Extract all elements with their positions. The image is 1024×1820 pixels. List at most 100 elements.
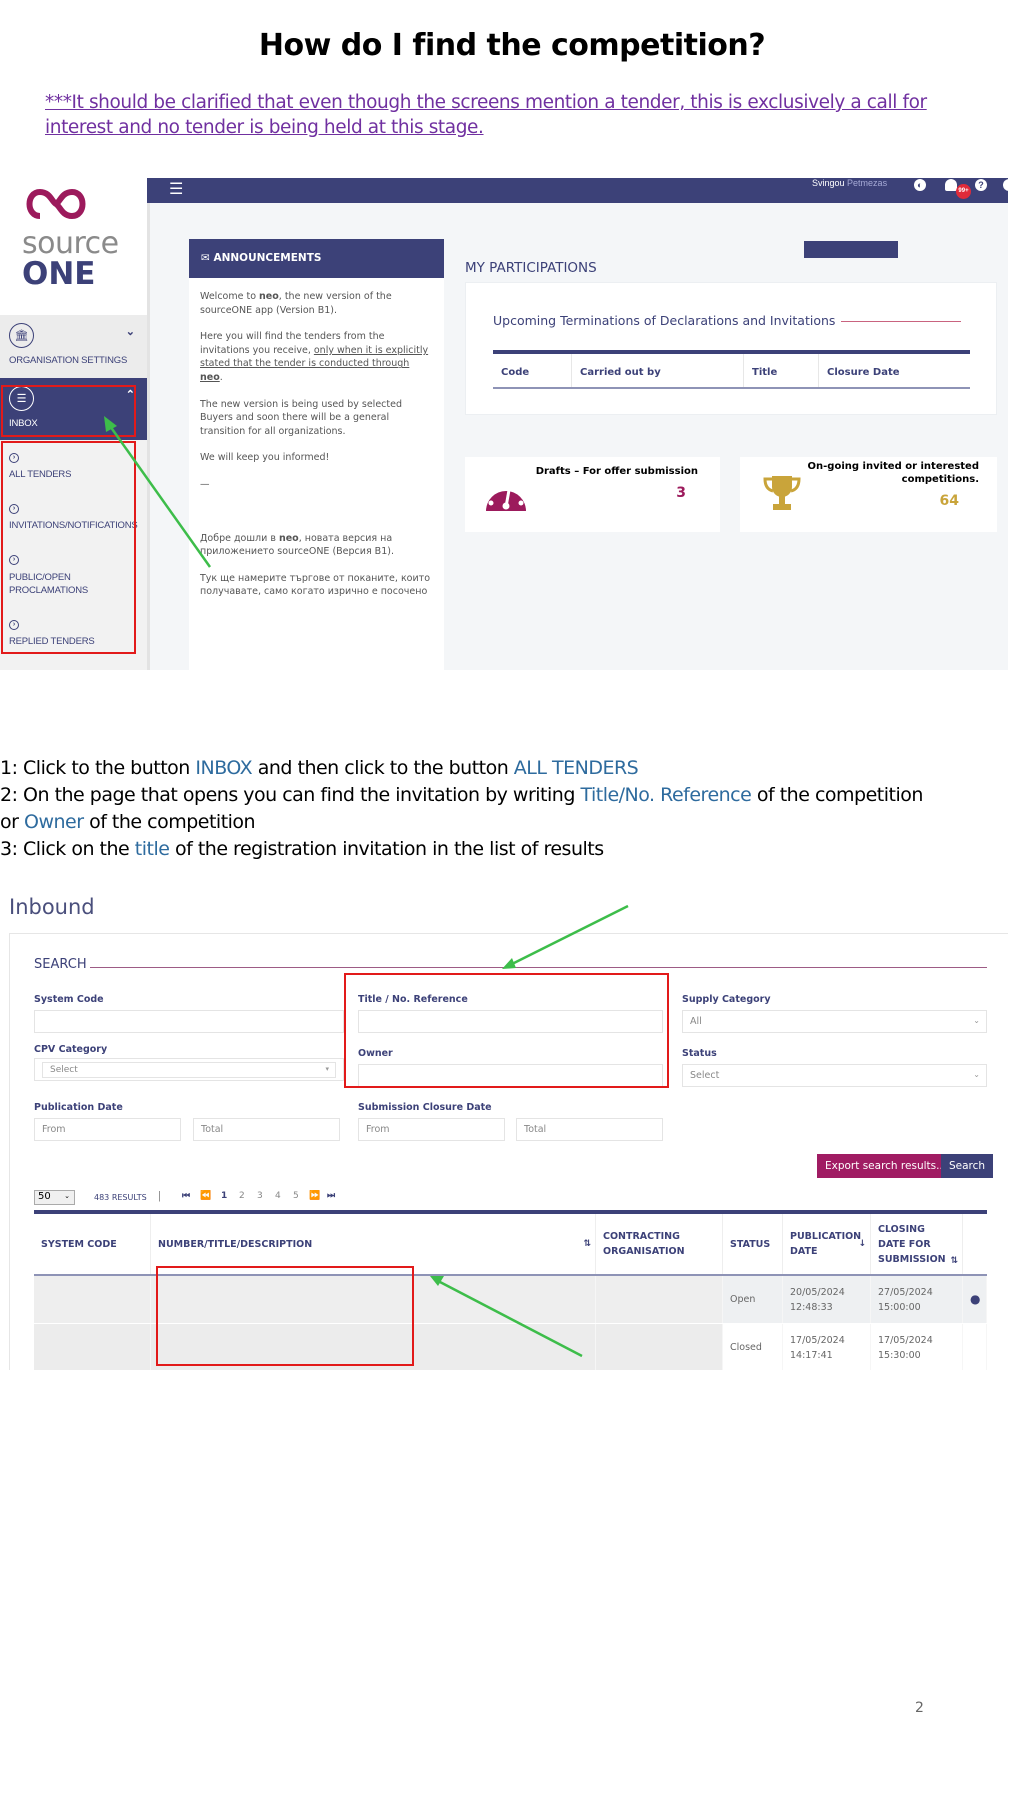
search-section-title: SEARCH [34,957,87,972]
cell-closing-date: 27/05/2024 15:00:00 [871,1276,963,1323]
cell-system-code [34,1276,151,1323]
cpv-category-select[interactable]: Select ▾ [42,1062,336,1078]
system-code-label: System Code [34,994,104,1005]
first-page-icon[interactable]: ⏮ [182,1191,190,1201]
logo-text-one: ONE [22,256,96,292]
notification-badge: 99+ [956,184,971,199]
cell-closing-date: 17/05/2024 15:30:00 [871,1324,963,1370]
cpv-category-label: CPV Category [34,1044,108,1055]
results-count: 483 RESULTS [94,1193,147,1202]
participations-table-header: Code Carried out by Title Closure Date [493,350,970,389]
publication-date-from[interactable]: From [34,1118,181,1141]
page-link[interactable]: 2 [239,1191,245,1201]
system-code-input[interactable] [34,1010,344,1033]
chevron-down-icon: ⌄ [973,1070,980,1079]
page-link[interactable]: 4 [275,1191,281,1201]
export-search-results-button[interactable]: Export search results... [817,1154,955,1178]
supply-category-select[interactable]: All ⌄ [682,1010,987,1033]
last-page-icon[interactable]: ⏭ [327,1191,335,1201]
stat-label: Drafts – For offer submission [535,466,698,477]
column-header-status[interactable]: STATUS [723,1214,783,1274]
chevron-down-icon: ⌄ [973,1016,980,1025]
announcements-header: ✉ ANNOUNCEMENTS [189,239,444,278]
stat-value: 64 [939,493,959,509]
stat-card-ongoing[interactable]: On-going invited or interested competiti… [740,457,997,532]
status-select[interactable]: Select ⌄ [682,1064,987,1087]
chevron-down-icon: ⌄ [125,326,135,338]
document-title: How do I find the competition? [258,28,766,63]
cell-organisation [596,1276,723,1323]
column-header-organisation[interactable]: CONTRACTING ORGANISATION [596,1214,723,1274]
column-header-publication-date[interactable]: PUBLICATION DATE ↓ [783,1214,871,1274]
publication-date-label: Publication Date [34,1102,123,1113]
column-header-actions [963,1214,987,1274]
closure-date-to[interactable]: Total [516,1118,663,1141]
help-icon[interactable]: ? [975,179,987,191]
dashboard-screenshot: source ONE 🏛 ⌄ ORGANISATION SETTINGS ☰ ⌃… [0,178,1008,670]
page-link[interactable]: 5 [293,1191,299,1201]
cpv-category-wrapper: Select ▾ [34,1058,344,1081]
top-navbar: ☰ Svingou Petmezas ◐ 99+ ? [147,178,1008,203]
supply-category-label: Supply Category [682,994,771,1005]
step-3: 3: Click on the title of the registratio… [0,838,604,860]
cell-actions [963,1324,987,1370]
column-header-system-code[interactable]: SYSTEM CODE [34,1214,151,1274]
cell-status: Closed [723,1324,783,1370]
upcoming-terminations-title: Upcoming Terminations of Declarations an… [493,313,836,328]
user-name[interactable]: Svingou Petmezas [812,178,887,188]
stat-value: 3 [676,485,686,501]
divider [90,967,987,968]
column-header-title[interactable]: NUMBER/TITLE/DESCRIPTION ⇅ [151,1214,596,1274]
step-2: 2: On the page that opens you can find t… [0,784,923,833]
page-size-select[interactable]: 50 ⌄ [34,1190,75,1205]
column-header: Code [493,354,572,387]
highlight-inbox [1,385,136,437]
dashboard-gauge-icon [486,482,526,511]
cell-publication-date: 20/05/2024 12:48:33 [783,1276,871,1323]
divider [841,321,961,322]
publication-date-to[interactable]: Total [193,1118,340,1141]
sidebar-item-label: ORGANISATION SETTINGS [9,355,128,366]
closure-date-from[interactable]: From [358,1118,505,1141]
cell-publication-date: 17/05/2024 14:17:41 [783,1324,871,1370]
sort-icon: ⇅ [950,1256,958,1266]
stat-card-drafts[interactable]: Drafts – For offer submission 3 [465,457,720,532]
search-button[interactable]: Search [941,1154,994,1178]
column-header: Title [744,354,819,387]
stat-label: On-going invited or interested competiti… [807,461,979,485]
search-screenshot: Inbound SEARCH System Code Title / No. R… [0,890,1008,1370]
envelope-icon: ✉ [201,252,210,264]
logo-infinity-icon [26,188,86,220]
bank-icon: 🏛 [9,323,34,348]
sidebar: source ONE 🏛 ⌄ ORGANISATION SETTINGS ☰ ⌃… [0,178,147,670]
submission-closure-date-label: Submission Closure Date [358,1102,492,1113]
step-1: 1: Click to the button INBOX and then cl… [0,757,639,779]
status-label: Status [682,1048,717,1059]
globe-icon[interactable]: ● [963,1276,987,1323]
page-link[interactable]: 3 [257,1191,263,1201]
power-icon[interactable] [1003,179,1008,191]
highlight-title-owner [344,973,669,1088]
clarification-note: ***It should be clarified that even thou… [45,92,927,138]
column-header-closing-date[interactable]: CLOSING DATE FOR SUBMISSION ⇅ [871,1214,963,1274]
column-header: Closure Date [827,367,900,378]
participations-card: Upcoming Terminations of Declarations an… [465,282,997,415]
page-link-current[interactable]: 1 [221,1191,227,1201]
announcements-body: Welcome to neo, the new version of the s… [200,291,431,598]
hamburger-menu-icon[interactable]: ☰ [169,179,183,199]
redacted-bar [804,241,898,258]
sourceone-logo: source ONE [0,178,147,315]
page-title: Inbound [9,895,95,919]
instructions: 1: Click to the button INBOX and then cl… [0,755,1024,863]
column-header: Carried out by [572,354,744,387]
highlight-submenu [1,441,136,654]
previous-page-icon[interactable]: ⏪ [200,1191,211,1201]
caret-down-icon: ▾ [325,1065,329,1073]
globe-icon[interactable]: ◐ [914,179,926,191]
sidebar-item-organisation-settings[interactable]: 🏛 ⌄ ORGANISATION SETTINGS [0,315,147,378]
next-page-icon[interactable]: ⏩ [309,1191,320,1201]
cell-system-code [34,1324,151,1370]
announcements-panel: ✉ ANNOUNCEMENTS Welcome to neo, the new … [189,239,444,670]
highlight-title-cell [156,1266,414,1366]
sort-asc-icon: ↓ [858,1238,866,1249]
